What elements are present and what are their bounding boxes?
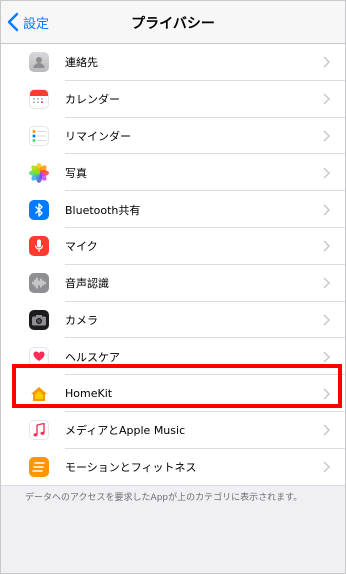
health-icon xyxy=(29,346,49,367)
microphone-icon xyxy=(29,236,49,257)
row-label: Bluetooth共有 xyxy=(65,203,141,217)
row-health[interactable]: ヘルスケア xyxy=(1,338,345,376)
row-microphone[interactable]: マイク xyxy=(1,227,345,265)
contacts-icon xyxy=(29,52,49,73)
row-label: 音声認識 xyxy=(65,277,109,291)
chevron-right-icon xyxy=(323,130,331,142)
row-motion-fitness[interactable]: モーションとフィットネス xyxy=(1,448,345,486)
row-apple-music[interactable]: メディアとApple Music xyxy=(1,411,345,449)
row-label: 写真 xyxy=(65,166,87,180)
chevron-right-icon xyxy=(323,351,331,363)
bluetooth-icon xyxy=(29,199,49,220)
row-label: ヘルスケア xyxy=(65,350,120,364)
settings-screen: 設定 プライバシー 連絡先 カレンダー リマインダー 写真 Bluetooth共… xyxy=(0,0,346,574)
chevron-right-icon xyxy=(323,314,331,326)
chevron-right-icon xyxy=(323,56,331,68)
chevron-right-icon xyxy=(323,204,331,216)
page-title: プライバシー xyxy=(131,16,215,32)
chevron-right-icon xyxy=(323,461,331,473)
row-speech-recognition[interactable]: 音声認識 xyxy=(1,264,345,302)
row-calendar[interactable]: カレンダー xyxy=(1,80,345,118)
chevron-right-icon xyxy=(323,240,331,252)
photos-icon xyxy=(29,162,49,183)
camera-icon xyxy=(29,309,49,330)
row-photos[interactable]: 写真 xyxy=(1,154,345,192)
row-label: 連絡先 xyxy=(65,56,98,70)
row-label: メディアとApple Music xyxy=(65,424,186,438)
footer-note: データへのアクセスを要求したAppが上のカテゴリに表示されます。 xyxy=(25,492,303,503)
row-reminders[interactable]: リマインダー xyxy=(1,117,345,155)
row-label: カレンダー xyxy=(65,93,120,107)
chevron-right-icon xyxy=(323,167,331,179)
row-label: モーションとフィットネス xyxy=(65,461,197,475)
row-bluetooth[interactable]: Bluetooth共有 xyxy=(1,191,345,228)
chevron-right-icon xyxy=(323,93,331,105)
navigation-bar: 設定 プライバシー xyxy=(1,1,345,44)
reminders-icon xyxy=(29,125,49,146)
row-camera[interactable]: カメラ xyxy=(1,301,345,339)
motion-fitness-icon xyxy=(29,457,49,478)
row-label: HomeKit xyxy=(65,387,113,401)
row-contacts[interactable]: 連絡先 xyxy=(1,44,345,81)
row-label: マイク xyxy=(65,240,98,254)
speech-recognition-icon xyxy=(29,273,49,294)
row-label: リマインダー xyxy=(65,129,131,143)
chevron-right-icon xyxy=(323,388,331,400)
calendar-icon xyxy=(29,89,49,110)
row-label: カメラ xyxy=(65,313,98,327)
chevron-right-icon xyxy=(323,424,331,436)
row-homekit[interactable]: HomeKit xyxy=(1,375,345,412)
chevron-right-icon xyxy=(323,277,331,289)
homekit-icon xyxy=(29,383,49,404)
music-icon xyxy=(29,420,49,441)
privacy-list: 連絡先 カレンダー リマインダー 写真 Bluetooth共有 マイク 音声認識… xyxy=(1,44,345,486)
